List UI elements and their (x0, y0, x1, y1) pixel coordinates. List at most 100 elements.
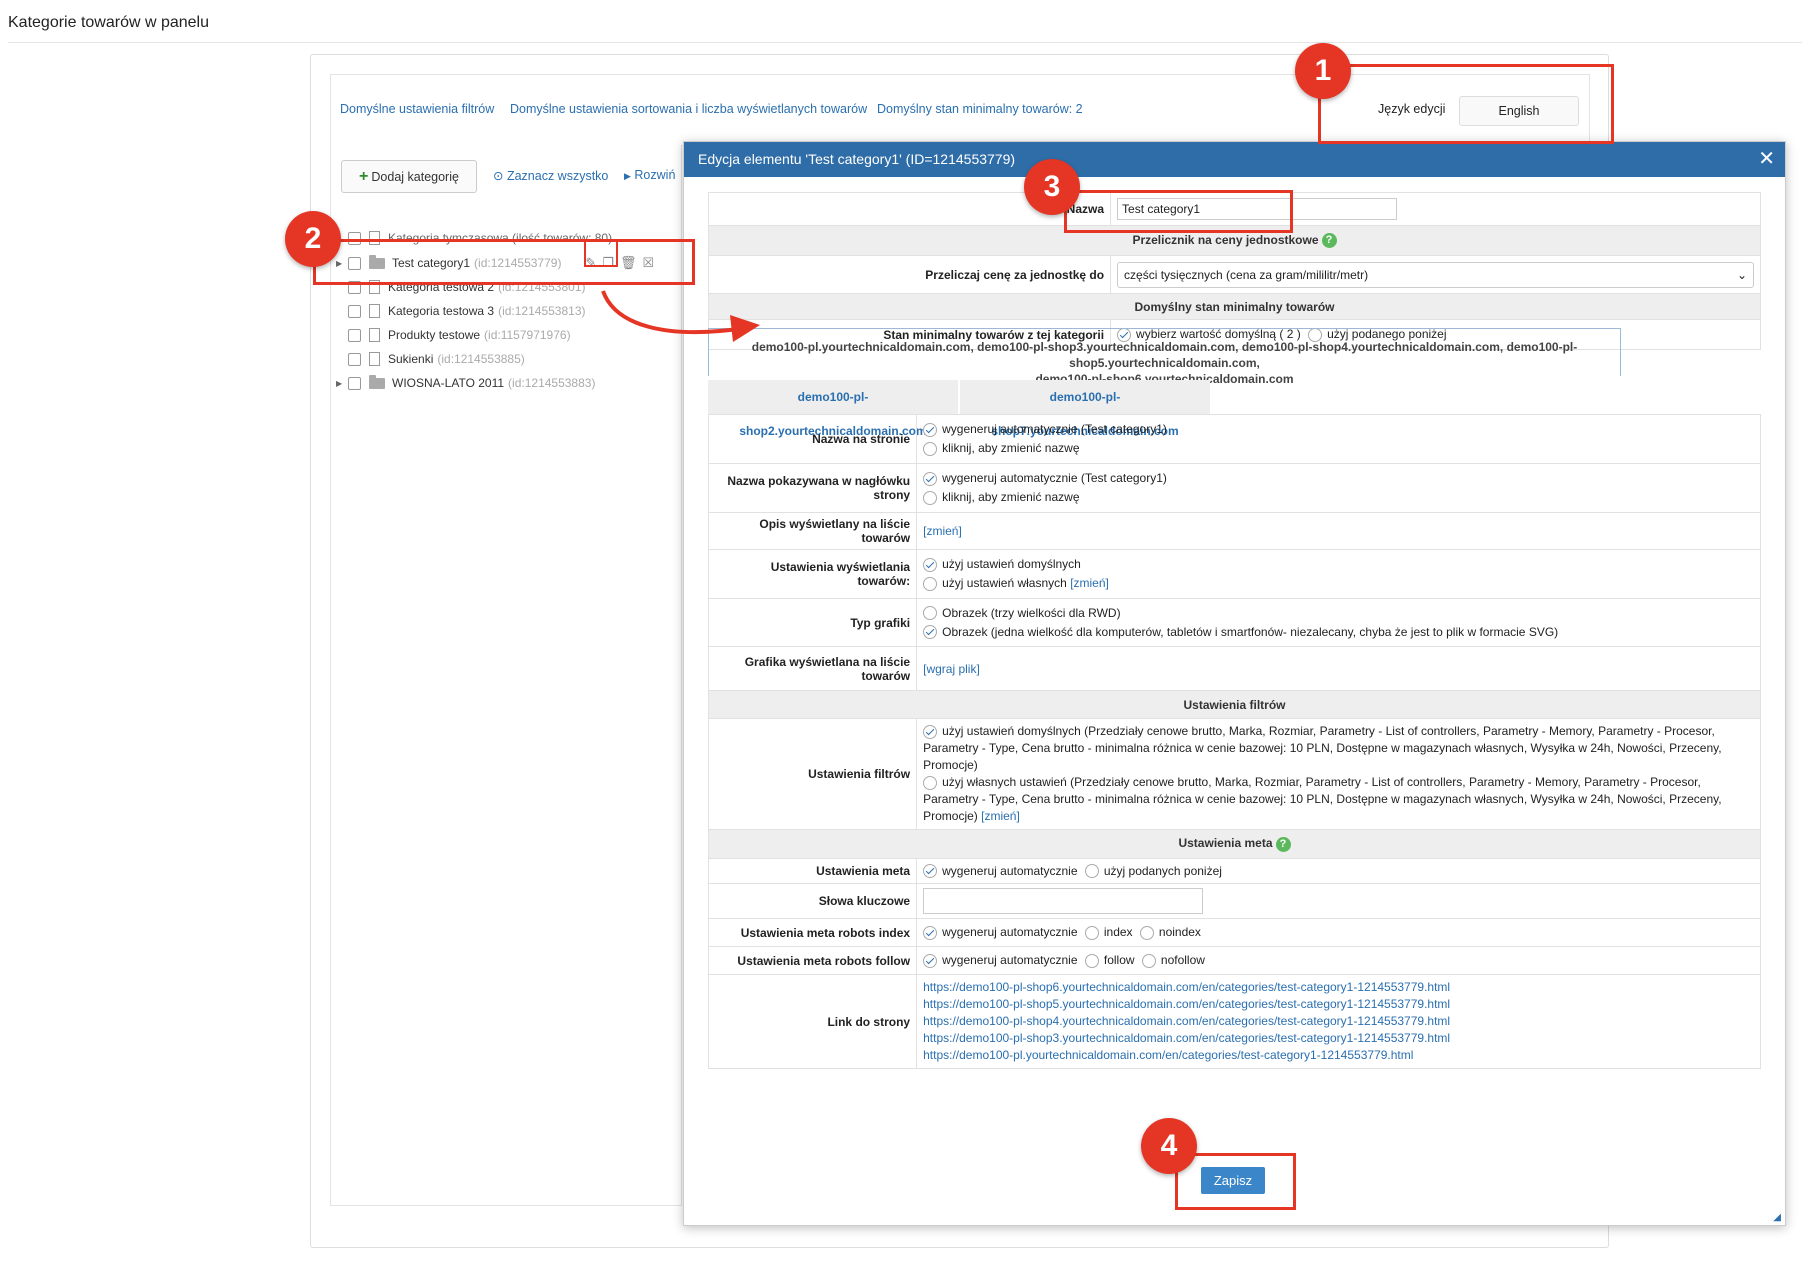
dialog-header: Edycja elementu 'Test category1' (ID=121… (684, 142, 1785, 177)
meta-section: Ustawienia meta? (708, 829, 1761, 859)
keywords-input[interactable] (923, 888, 1204, 914)
tree-checkbox[interactable] (348, 304, 361, 318)
shop3-link[interactable]: https://demo100-pl-shop3.yourtechnicaldo… (923, 1031, 1450, 1045)
robots-index-label: Ustawienia meta robots index (707, 918, 918, 947)
page-name-label: Nazwa na stronie (707, 414, 918, 464)
unit-price-value: części tysięcznych (cena za gram/mililit… (1124, 267, 1369, 282)
filters-default-radio[interactable] (923, 724, 938, 739)
tree-checkbox[interactable] (348, 328, 361, 342)
header-name-custom-radio[interactable] (923, 490, 938, 505)
document-icon (369, 328, 380, 342)
index-auto-radio[interactable] (923, 925, 938, 940)
page-name-custom-label: kliknij, aby zmienić nazwę (942, 441, 1080, 455)
shop5-link[interactable]: https://demo100-pl-shop5.yourtechnicaldo… (923, 997, 1450, 1011)
tree-item-wiosna-lato[interactable]: ▶ WIOSNA-LATO 2011 (id:1214553883) (336, 373, 595, 393)
tree-item-id: (id:1157971976) (484, 328, 571, 342)
filters-custom-label: użyj własnych ustawień (Przedziały cenow… (923, 775, 1722, 823)
expand-arrow-icon[interactable]: ▶ (336, 379, 346, 388)
image-single-radio[interactable] (923, 625, 938, 640)
display-change-link[interactable]: [zmień] (1070, 576, 1109, 590)
caret-right-icon: ▶ (624, 171, 631, 181)
page-title: Kategorie towarów w panelu (8, 14, 210, 31)
page-link-label: Link do strony (707, 974, 918, 1069)
display-custom-radio[interactable] (923, 576, 938, 591)
index-label: index (1103, 925, 1133, 940)
shop1-link[interactable]: https://demo100-pl.yourtechnicaldomain.c… (923, 1048, 1413, 1062)
index-radio[interactable] (1084, 925, 1099, 940)
highlight-language (1318, 64, 1614, 144)
filters-default-label: użyj ustawień domyślnych (Przedziały cen… (923, 724, 1722, 772)
upload-file-link[interactable]: [wgraj plik] (923, 662, 980, 676)
noindex-radio[interactable] (1139, 925, 1154, 940)
shops-selected-tab[interactable]: demo100-pl.yourtechnicaldomain.com, demo… (708, 328, 1621, 386)
image-rwd-label: Obrazek (trzy wielkości dla RWD) (942, 605, 1121, 620)
tree-item-produkty[interactable]: Produkty testowe (id:1157971976) (336, 325, 571, 345)
close-icon[interactable]: ✕ (1758, 142, 1775, 177)
highlight-save (1175, 1153, 1296, 1210)
add-category-button[interactable]: + Dodaj kategorię (341, 160, 477, 193)
follow-auto-label: wygeneruj automatycznie (942, 953, 1078, 968)
display-default-radio[interactable] (923, 557, 938, 572)
step-badge-2: 2 (285, 211, 341, 267)
shop-settings-form: Nazwa na stronie wygeneruj automatycznie… (707, 414, 1761, 1069)
select-all-label: Zaznacz wszystko (506, 169, 609, 183)
header-name-custom-label: kliknij, aby zmienić nazwę (942, 490, 1080, 504)
default-filters-link[interactable]: Domyślne ustawienia filtrów (340, 102, 494, 116)
arrow-annotation-icon (601, 290, 760, 342)
index-auto-label: wygeneruj automatycznie (942, 925, 1078, 940)
min-stock-section: Domyślny stan minimalny towarów (708, 293, 1761, 320)
dialog-title: Edycja elementu 'Test category1' (ID=121… (698, 151, 1016, 167)
noindex-label: noindex (1158, 925, 1201, 940)
filters-label: Ustawienia filtrów (707, 718, 918, 830)
tree-checkbox[interactable] (348, 376, 361, 390)
tree-item-testowa-3[interactable]: Kategoria testowa 3 (id:1214553813) (336, 301, 585, 321)
document-icon (369, 352, 380, 366)
default-min-stock-link[interactable]: Domyślny stan minimalny towarów: 2 (877, 102, 1083, 116)
step-badge-1: 1 (1295, 43, 1351, 99)
highlight-tree-row (313, 239, 695, 285)
meta-auto-radio[interactable] (923, 864, 938, 879)
tab-shop2[interactable]: demo100-pl-shop2.yourtechnicaldomain.com (708, 380, 958, 438)
step-badge-4: 4 (1141, 1118, 1197, 1174)
select-all-link[interactable]: ⊙ Zaznacz wszystko (493, 168, 608, 183)
description-change-link[interactable]: [zmień] (923, 524, 962, 538)
tree-item-sukienki[interactable]: Sukienki (id:1214553885) (336, 349, 525, 369)
nofollow-radio[interactable] (1141, 953, 1156, 968)
filters-custom-radio[interactable] (923, 775, 938, 790)
resize-handle-icon[interactable]: ◢ (1773, 1212, 1781, 1223)
tree-checkbox[interactable] (348, 352, 361, 366)
list-image-label: Grafika wyświetlana na liście towarów (707, 646, 918, 691)
filters-change-link[interactable]: [zmień] (981, 809, 1020, 823)
follow-label: follow (1103, 953, 1135, 968)
follow-radio[interactable] (1084, 953, 1099, 968)
meta-auto-label: wygeneruj automatycznie (942, 863, 1078, 878)
tree-item-id: (id:1214553813) (498, 304, 586, 318)
tree-item-label: Kategoria testowa 3 (388, 304, 495, 318)
document-icon (369, 304, 380, 318)
page-name-auto-radio[interactable] (923, 422, 938, 437)
default-sorting-link[interactable]: Domyślne ustawienia sortowania i liczba … (510, 102, 867, 116)
keywords-label: Słowa kluczowe (707, 883, 918, 919)
unit-price-select[interactable]: części tysięcznych (cena za gram/mililit… (1117, 261, 1754, 288)
header-name-auto-radio[interactable] (923, 471, 938, 486)
help-icon[interactable]: ? (1275, 836, 1291, 852)
step-badge-3: 3 (1024, 159, 1080, 215)
check-circle-icon: ⊙ (493, 169, 504, 183)
highlight-name-field (1064, 190, 1293, 233)
shops-line-1: demo100-pl.yourtechnicaldomain.com, demo… (751, 340, 1578, 370)
follow-auto-radio[interactable] (923, 953, 938, 968)
tree-item-label: WIOSNA-LATO 2011 (392, 376, 505, 390)
header-name-label: Nazwa pokazywana w nagłówku strony (707, 463, 918, 513)
robots-follow-label: Ustawienia meta robots follow (707, 946, 918, 975)
shop6-link[interactable]: https://demo100-pl-shop6.yourtechnicaldo… (923, 980, 1450, 994)
title-divider (8, 42, 1802, 43)
display-default-label: użyj ustawień domyślnych (942, 557, 1081, 571)
meta-custom-radio[interactable] (1084, 864, 1099, 879)
tab-shop7[interactable]: demo100-pl-shop7.yourtechnicaldomain.com (960, 380, 1210, 438)
shop4-link[interactable]: https://demo100-pl-shop4.yourtechnicaldo… (923, 1014, 1450, 1028)
expand-link[interactable]: ▶ Rozwiń (624, 168, 675, 182)
image-rwd-radio[interactable] (923, 606, 938, 621)
chevron-down-icon: ⌄ (1736, 267, 1747, 282)
help-icon[interactable]: ? (1321, 233, 1337, 249)
page-name-custom-radio[interactable] (923, 441, 938, 456)
